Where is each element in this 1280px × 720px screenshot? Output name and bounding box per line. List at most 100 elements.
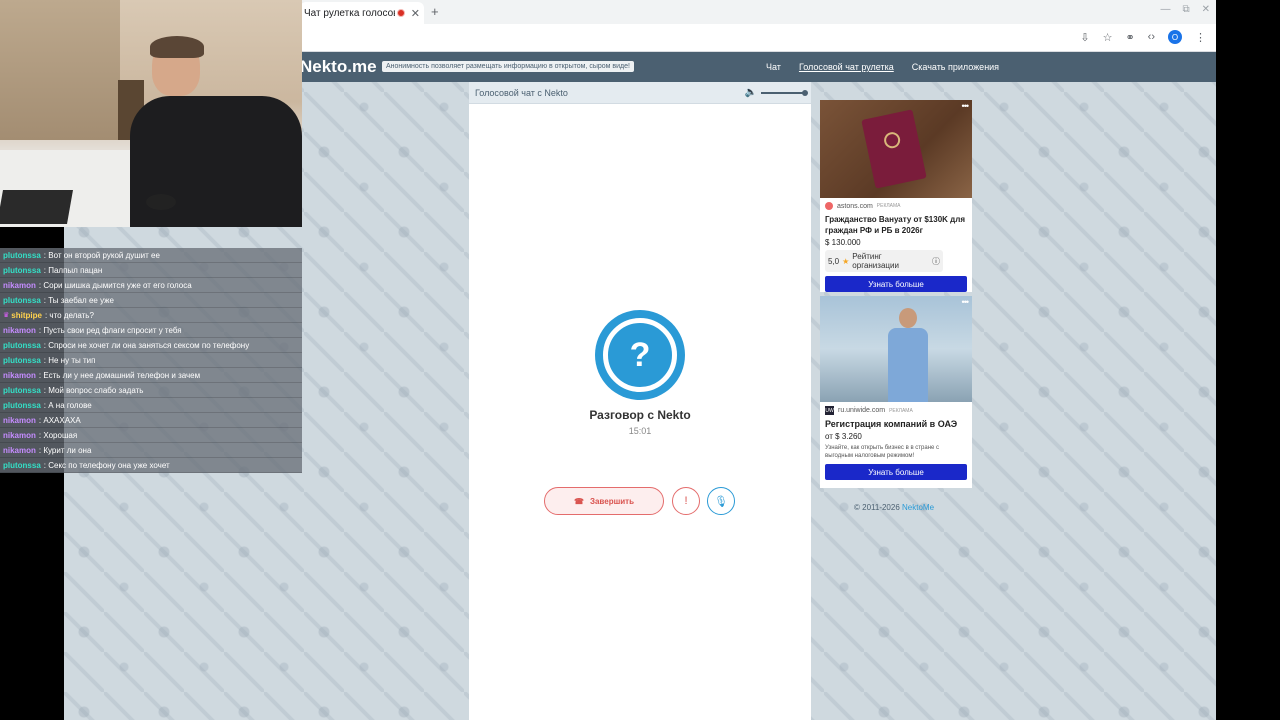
chat-message: nikamon: Хорошая <box>0 428 302 443</box>
ad-image-businessman[interactable]: ••• <box>820 296 972 402</box>
chat-username: nikamon <box>3 415 36 425</box>
chat-message: plutonssa: Мой вопрос слабо задать <box>0 383 302 398</box>
volume-control[interactable]: 🔈 <box>745 87 808 98</box>
chat-message: plutonssa: Ты заебал ее уже <box>0 293 302 308</box>
volume-slider[interactable] <box>761 89 808 96</box>
ad-domain[interactable]: ru.uniwide.com <box>838 407 885 414</box>
cam-wall <box>0 0 120 140</box>
volume-icon[interactable]: 🔈 <box>745 87 757 98</box>
ad-learn-more-button[interactable]: Узнать больше <box>825 276 967 292</box>
rating-label: Рейтинг организации <box>852 252 899 270</box>
nav-chat[interactable]: Чат <box>766 62 781 72</box>
chat-username: shitpipe <box>11 310 42 320</box>
hangup-icon: ☎ <box>574 496 584 506</box>
active-tab[interactable]: Чат рулетка голосов ✕ <box>300 2 424 24</box>
cam-keyboard <box>0 190 73 224</box>
chat-username: nikamon <box>3 430 36 440</box>
ad-block-1[interactable]: ••• astons.com Реклама Гражданство Вануа… <box>820 100 972 292</box>
window-controls: — ⧉ ✕ <box>1160 4 1210 15</box>
uniwide-favicon-icon: UW <box>825 406 834 415</box>
chat-username: plutonssa <box>3 340 41 350</box>
chat-username: nikamon <box>3 325 36 335</box>
maximize-icon[interactable]: ⧉ <box>1182 4 1189 15</box>
window-close-icon[interactable]: ✕ <box>1202 4 1210 15</box>
voice-chat-panel: Голосовой чат с Nekto 🔈 ? Разговор с Nek… <box>469 82 811 720</box>
ad-image-passport[interactable]: ••• <box>820 100 972 198</box>
tab-title: Чат рулетка голосов <box>304 7 395 19</box>
screen: Чат рулетка голосов ✕ + — ⧉ ✕ ⇩ ☆ ⚭ ‹› O… <box>0 0 1280 720</box>
chat-text: : Спроси не хочет ли она заняться сексом… <box>43 340 250 350</box>
end-call-button[interactable]: ☎ Завершить <box>544 487 664 515</box>
ad-price: от $ 3.260 <box>825 432 862 441</box>
ad-price: $ 130.000 <box>825 238 861 247</box>
site-logo[interactable]: Nekto.me <box>300 57 377 77</box>
chat-message: plutonssa: Спроси не хочет ли она занять… <box>0 338 302 353</box>
chat-text: : Есть ли у нее домашний телефон и зачем <box>38 370 201 380</box>
stream-chat: plutonssa: Вот он второй рукой душит ее p… <box>0 248 302 473</box>
ad-block-2[interactable]: ••• UW ru.uniwide.com Реклама Регистраци… <box>820 296 972 488</box>
ad-learn-more-button[interactable]: Узнать больше <box>825 464 967 480</box>
ad-source: UW ru.uniwide.com Реклама <box>820 402 972 415</box>
new-tab-button[interactable]: + <box>431 4 439 19</box>
microphone-icon: 🎙 <box>714 495 728 508</box>
call-timer: 15:01 <box>628 426 652 436</box>
ad-menu-icon[interactable]: ••• <box>962 297 970 307</box>
chat-message: plutonssa: Не ну ты тип <box>0 353 302 368</box>
ad-title[interactable]: Регистрация компаний в ОАЭ <box>820 415 972 430</box>
nav-voice-chat[interactable]: Голосовой чат рулетка <box>799 62 894 72</box>
nav-download-apps[interactable]: Скачать приложения <box>912 62 999 72</box>
report-shield-button[interactable]: ! <box>672 487 700 515</box>
chat-text: : А на голове <box>43 400 92 410</box>
chat-username: nikamon <box>3 280 36 290</box>
minimize-icon[interactable]: — <box>1160 4 1170 15</box>
tab-close-icon[interactable]: ✕ <box>411 7 420 20</box>
rating-value: 5,0 <box>828 256 840 266</box>
copyright-text: © 2011-2026 <box>854 503 903 512</box>
webcam-overlay <box>0 0 302 227</box>
ad-tag: Реклама <box>889 407 913 414</box>
chat-message: nikamon: Пусть свои ред флаги спросит у … <box>0 323 302 338</box>
person-body <box>888 328 928 402</box>
chat-message: plutonssa: А на голове <box>0 398 302 413</box>
volume-knob[interactable] <box>802 89 808 96</box>
chat-text: : что делать? <box>44 310 94 320</box>
microphone-button[interactable]: 🎙 <box>707 487 735 515</box>
chat-text: : Хорошая <box>38 430 78 440</box>
info-icon[interactable]: ⓘ <box>932 256 940 267</box>
astons-favicon-icon <box>825 202 833 210</box>
profile-avatar[interactable]: O <box>1168 30 1182 44</box>
chat-username: plutonssa <box>3 250 41 260</box>
ad-description: Узнайте, как открыть бизнес в в стране с… <box>825 445 940 459</box>
chat-username: plutonssa <box>3 265 41 275</box>
chat-message: nikamon: Есть ли у нее домашний телефон … <box>0 368 302 383</box>
menu-kebab-icon[interactable]: ⋮ <box>1195 31 1206 44</box>
chat-message: nikamon: Курит ли она <box>0 443 302 458</box>
ad-menu-icon[interactable]: ••• <box>962 101 970 111</box>
toolbar-icons: ⇩ ☆ ⚭ ‹› O ⋮ <box>1080 30 1206 44</box>
ad-rating: 5,0 ★ Рейтинг организации ⓘ <box>825 250 943 272</box>
chat-text: : Ты заебал ее уже <box>43 295 114 305</box>
end-call-label: Завершить <box>589 496 634 506</box>
star-icon: ★ <box>842 256 850 266</box>
streamer-hair <box>150 36 204 58</box>
chat-username: plutonssa <box>3 460 41 470</box>
site-nav: Чат Голосовой чат рулетка Скачать прилож… <box>766 62 999 72</box>
chat-header-title: Голосовой чат с Nekto <box>475 87 568 98</box>
interlocutor-avatar: ? <box>595 310 685 400</box>
recording-indicator-icon <box>396 9 405 17</box>
ad-domain[interactable]: astons.com <box>837 203 873 210</box>
shield-icon: ! <box>684 495 688 507</box>
footer-link[interactable]: NektoMe <box>902 503 934 512</box>
ad-title[interactable]: Гражданство Вануату от $130K для граждан… <box>820 210 972 236</box>
passport-graphic <box>861 109 927 189</box>
chat-username: plutonssa <box>3 400 41 410</box>
chat-message: ♛ shitpipe: что делать? <box>0 308 302 323</box>
bookmark-star-icon[interactable]: ☆ <box>1103 31 1113 44</box>
chat-username: plutonssa <box>3 295 41 305</box>
chat-message: plutonssa: Секс по телефону она уже хоче… <box>0 458 302 473</box>
ad-tag: Реклама <box>876 203 901 209</box>
chat-text: : Курит ли она <box>38 445 92 455</box>
code-icon[interactable]: ‹› <box>1148 31 1155 43</box>
install-app-icon[interactable]: ⇩ <box>1080 31 1089 44</box>
link-icon[interactable]: ⚭ <box>1125 31 1134 44</box>
